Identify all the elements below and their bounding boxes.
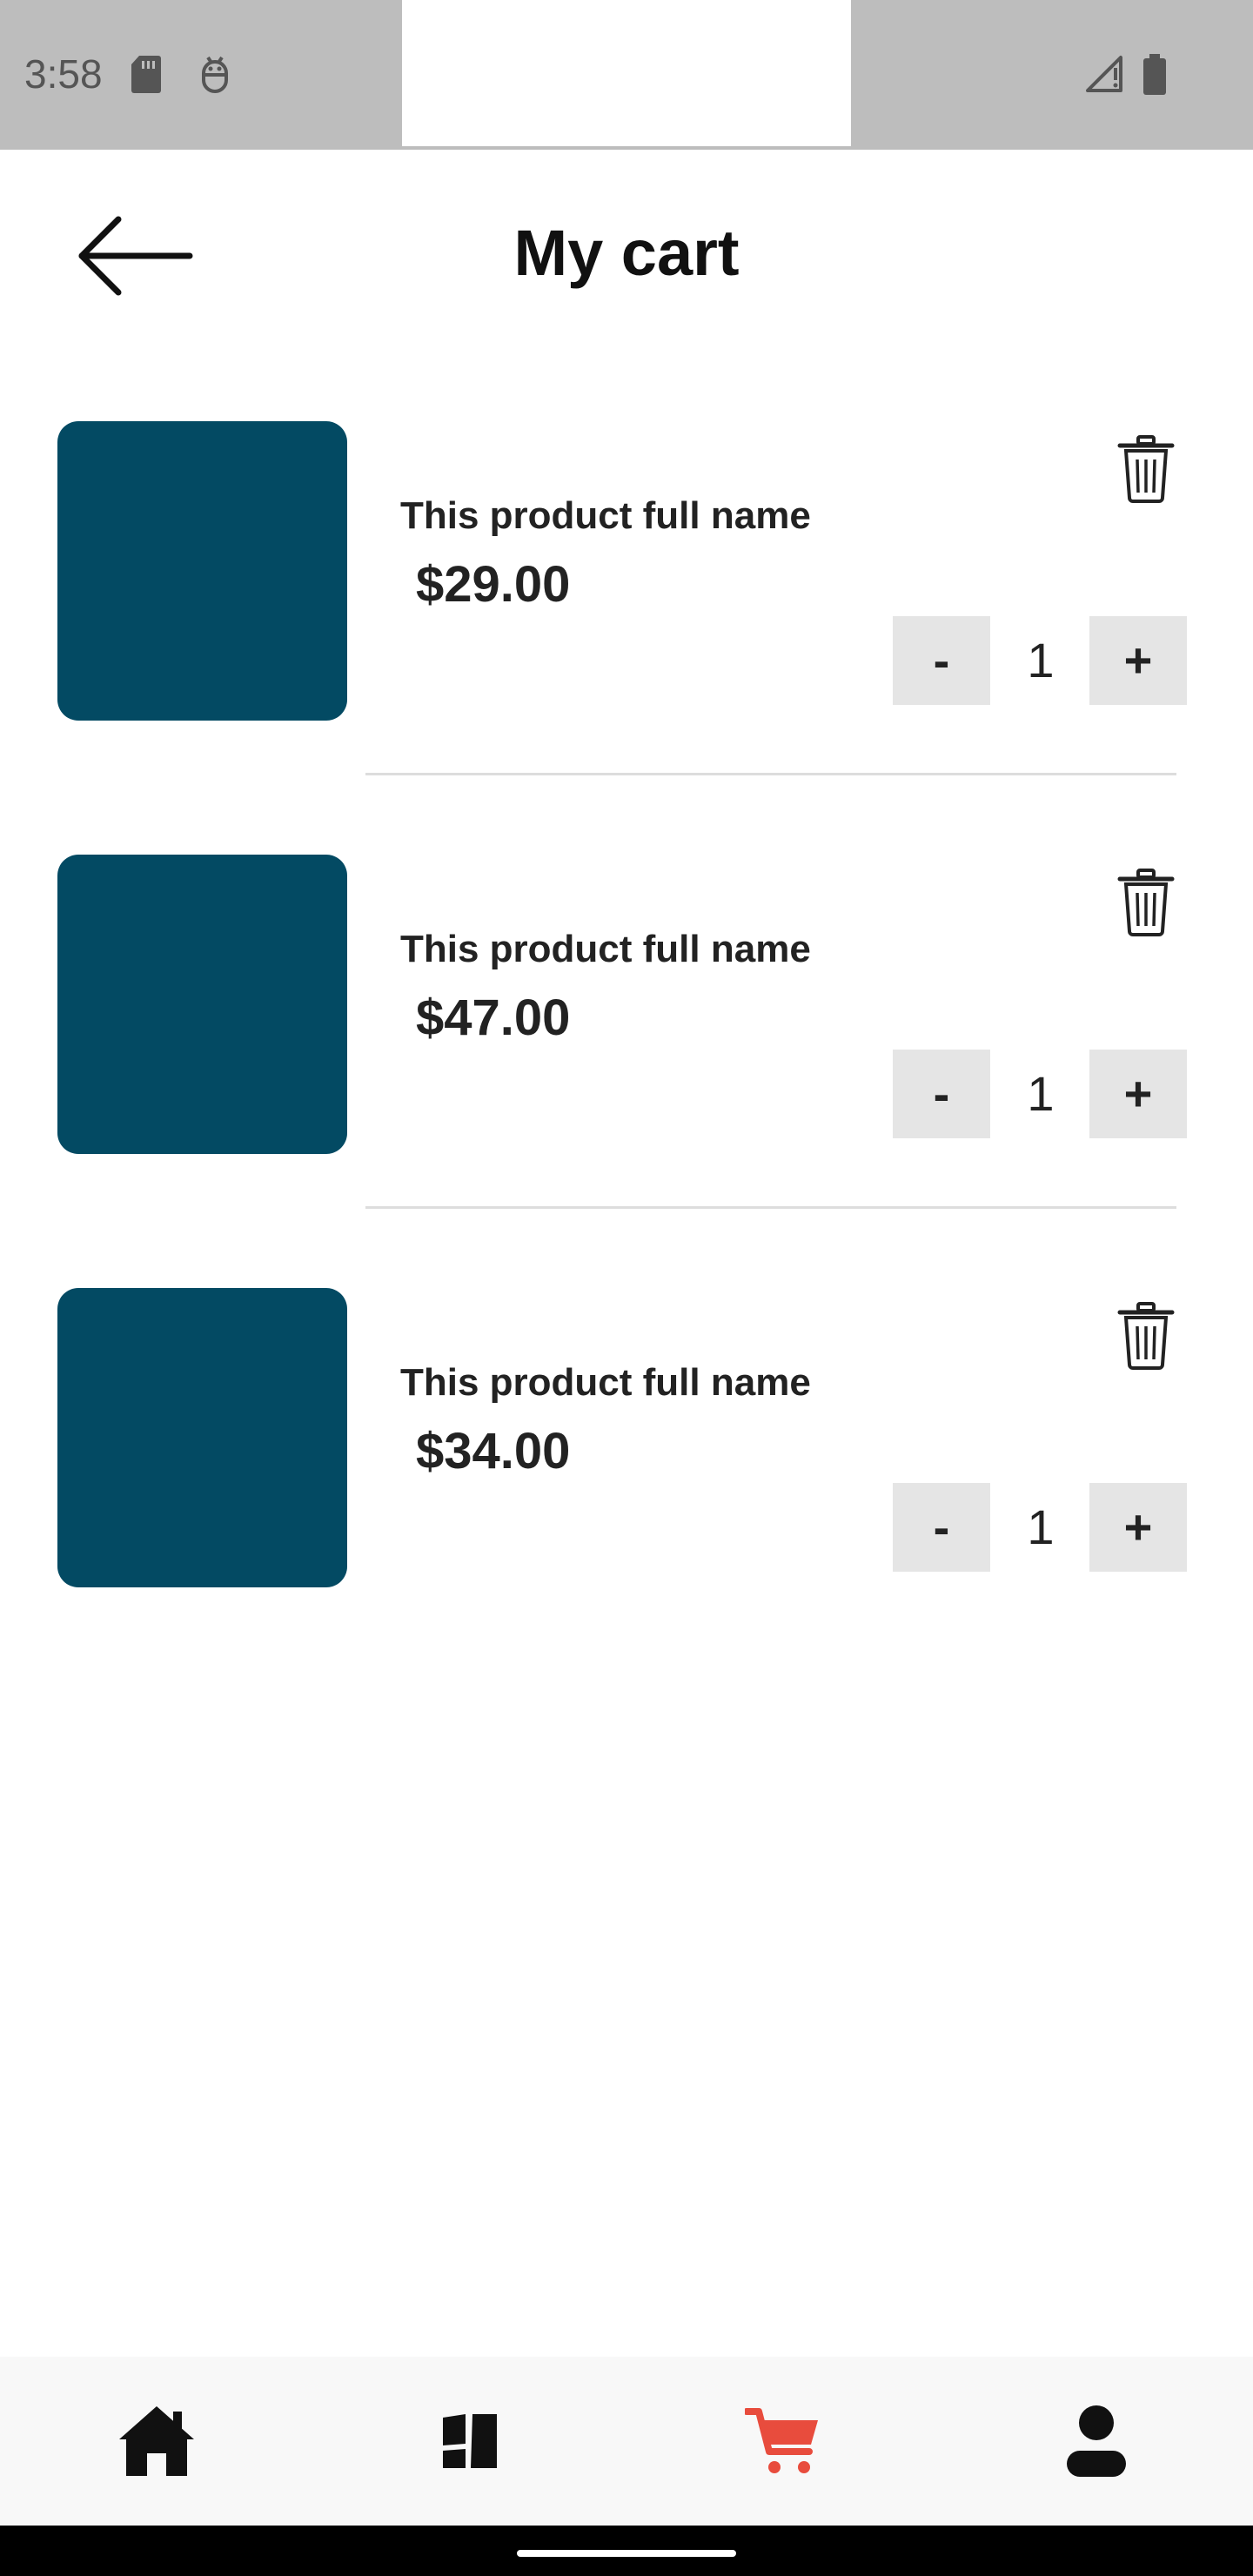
nav-cart[interactable]: [626, 2357, 940, 2526]
page-title: My cart: [513, 217, 740, 289]
product-name[interactable]: This product full name: [400, 1361, 811, 1405]
profile-icon: [1067, 2405, 1126, 2477]
categories-icon: [443, 2414, 497, 2468]
product-price: $29.00: [416, 556, 571, 613]
nav-profile[interactable]: [940, 2357, 1253, 2526]
product-image[interactable]: [57, 421, 347, 721]
battery-icon: [1142, 54, 1168, 100]
increase-quantity-button[interactable]: +: [1089, 1483, 1187, 1572]
cart-item: This product full name $47.00 - 1 +: [0, 855, 1253, 1288]
quantity-value: 1: [1027, 1499, 1055, 1554]
nav-categories[interactable]: [313, 2357, 626, 2526]
sd-card-icon: [131, 54, 162, 98]
increase-quantity-button[interactable]: +: [1089, 616, 1187, 705]
increase-quantity-button[interactable]: +: [1089, 1050, 1187, 1138]
bottom-navigation: [0, 2357, 1253, 2526]
home-gesture-handle[interactable]: [517, 2550, 736, 2557]
status-bar-right: [851, 0, 1253, 148]
cart-icon: [745, 2408, 818, 2473]
product-name[interactable]: This product full name: [400, 928, 811, 971]
decrease-quantity-button[interactable]: -: [893, 1483, 990, 1572]
delete-item-button[interactable]: [1117, 435, 1175, 503]
cart-item: This product full name $29.00 - 1 +: [0, 421, 1253, 855]
nav-home[interactable]: [0, 2357, 313, 2526]
status-bar: 3:58: [0, 0, 1253, 150]
item-divider: [365, 1206, 1176, 1209]
decrease-quantity-button[interactable]: -: [893, 616, 990, 705]
trash-icon: [1117, 1302, 1175, 1370]
product-name[interactable]: This product full name: [400, 494, 811, 538]
quantity-value: 1: [1027, 1066, 1055, 1121]
quantity-value: 1: [1027, 633, 1055, 688]
product-image[interactable]: [57, 1288, 347, 1587]
product-image[interactable]: [57, 855, 347, 1154]
camera-notch: [402, 0, 851, 146]
status-bar-edge: [0, 146, 1253, 150]
signal-icon: [1084, 54, 1124, 98]
item-divider: [365, 773, 1176, 775]
decrease-quantity-button[interactable]: -: [893, 1050, 990, 1138]
product-price: $47.00: [416, 989, 571, 1046]
delete-item-button[interactable]: [1117, 1302, 1175, 1370]
cart-item: This product full name $34.00 - 1 +: [0, 1288, 1253, 1721]
android-debug-icon: [198, 54, 231, 98]
product-price: $34.00: [416, 1423, 571, 1479]
trash-icon: [1117, 869, 1175, 936]
delete-item-button[interactable]: [1117, 869, 1175, 936]
trash-icon: [1117, 435, 1175, 503]
home-icon: [119, 2406, 194, 2476]
status-time: 3:58: [24, 51, 103, 97]
